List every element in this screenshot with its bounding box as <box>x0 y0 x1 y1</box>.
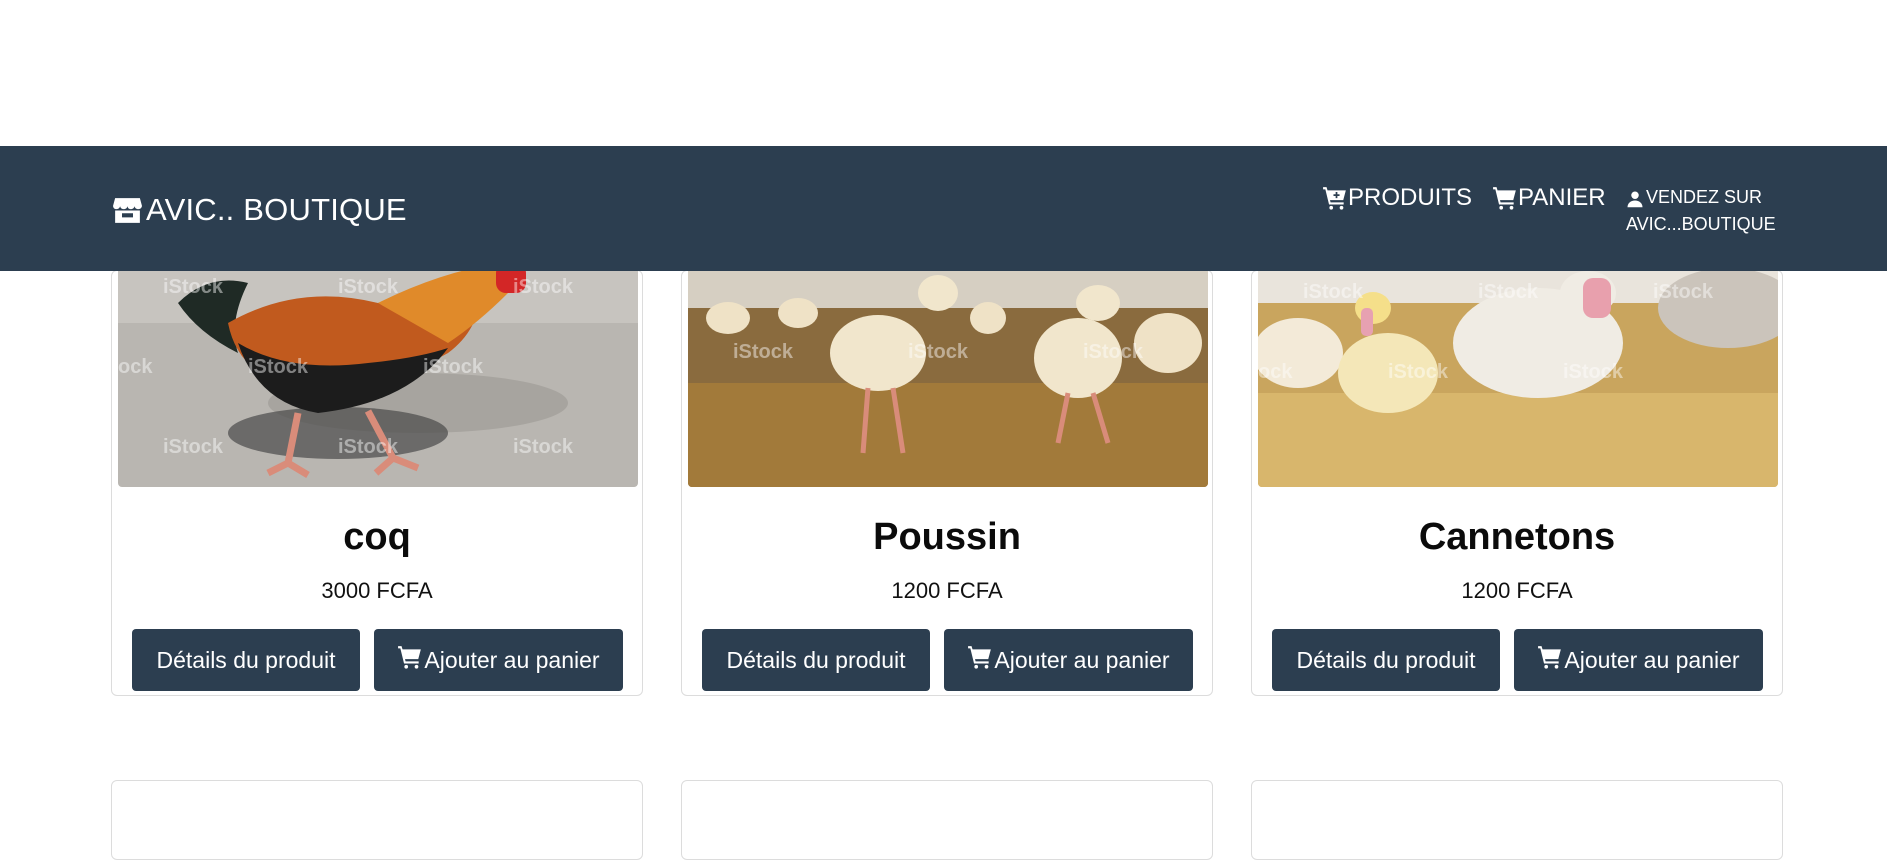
product-grid: iStock iStock iStock ock iStock iStock i… <box>0 0 1887 860</box>
svg-text:iStock: iStock <box>1303 281 1364 303</box>
product-card <box>111 780 643 860</box>
svg-text:iStock: iStock <box>908 341 969 363</box>
add-to-cart-button[interactable]: Ajouter au panier <box>944 629 1193 691</box>
svg-text:ock: ock <box>118 356 153 378</box>
svg-text:iStock: iStock <box>513 276 574 298</box>
navbar: AVIC.. BOUTIQUE PRODUITS PANIER VENDEZ S… <box>0 146 1887 271</box>
product-price: 1200 FCFA <box>891 578 1003 603</box>
nav-sell-line2: AVIC...BOUTIQUE <box>1626 214 1776 234</box>
brand-label: AVIC.. BOUTIQUE <box>146 192 407 227</box>
svg-text:iStock: iStock <box>1478 281 1539 303</box>
product-details-button[interactable]: Détails du produit <box>702 629 930 691</box>
cart-plus-icon <box>1323 187 1346 210</box>
product-name: coq <box>343 516 411 558</box>
product-details-button[interactable]: Détails du produit <box>132 629 360 691</box>
nav-products-label: PRODUITS <box>1348 184 1473 211</box>
product-image-rooster: iStock iStock iStock ock iStock iStock i… <box>118 263 638 487</box>
svg-text:iStock: iStock <box>733 341 794 363</box>
button-label: Ajouter au panier <box>424 646 600 673</box>
cart-icon <box>1538 646 1562 669</box>
svg-text:iStock: iStock <box>163 436 224 458</box>
product-name: Cannetons <box>1418 516 1616 558</box>
user-icon <box>1627 191 1643 207</box>
nav-cart[interactable]: PANIER <box>1492 184 1606 212</box>
button-label: Détails du produit <box>726 646 906 673</box>
cart-icon <box>398 646 422 669</box>
nav-sell-line1: VENDEZ SUR <box>1646 187 1763 207</box>
svg-text:iStock: iStock <box>248 356 309 378</box>
button-label: Détails du produit <box>1296 646 1476 673</box>
button-label: Ajouter au panier <box>994 646 1170 673</box>
button-label: Détails du produit <box>156 646 336 673</box>
product-price: 3000 FCFA <box>321 578 433 603</box>
svg-text:iStock: iStock <box>163 276 224 298</box>
svg-text:iStock: iStock <box>338 276 399 298</box>
nav-sell[interactable]: VENDEZ SUR AVIC...BOUTIQUE <box>1626 184 1786 238</box>
product-name: Poussin <box>873 516 1021 558</box>
product-image-ducklings: iStock iStock iStock ock iStock iStock <box>1258 263 1778 487</box>
brand-link[interactable]: AVIC.. BOUTIQUE <box>111 192 407 228</box>
cart-icon <box>1493 187 1516 210</box>
add-to-cart-button[interactable]: Ajouter au panier <box>1514 629 1763 691</box>
product-image-chicks: iStock iStock iStock <box>688 263 1208 487</box>
nav-products[interactable]: PRODUITS <box>1322 184 1472 212</box>
product-card <box>681 780 1213 860</box>
svg-text:iStock: iStock <box>1563 361 1624 383</box>
product-card: iStock iStock iStock ock iStock iStock i… <box>111 263 643 696</box>
product-card: iStock iStock iStock Poussin 1200 FCFA D… <box>681 263 1213 696</box>
svg-text:iStock: iStock <box>1388 361 1449 383</box>
svg-text:iStock: iStock <box>1653 281 1714 303</box>
store-icon <box>113 197 142 223</box>
product-card <box>1251 780 1783 860</box>
product-price: 1200 FCFA <box>1461 578 1573 603</box>
svg-text:iStock: iStock <box>1083 341 1144 363</box>
add-to-cart-button[interactable]: Ajouter au panier <box>374 629 623 691</box>
svg-text:ock: ock <box>1258 361 1293 383</box>
cart-icon <box>968 646 992 669</box>
svg-text:iStock: iStock <box>423 356 484 378</box>
nav-cart-label: PANIER <box>1518 184 1606 211</box>
product-card: iStock iStock iStock ock iStock iStock C… <box>1251 263 1783 696</box>
button-label: Ajouter au panier <box>1564 646 1740 673</box>
svg-text:iStock: iStock <box>513 436 574 458</box>
svg-text:iStock: iStock <box>338 436 399 458</box>
product-details-button[interactable]: Détails du produit <box>1272 629 1500 691</box>
